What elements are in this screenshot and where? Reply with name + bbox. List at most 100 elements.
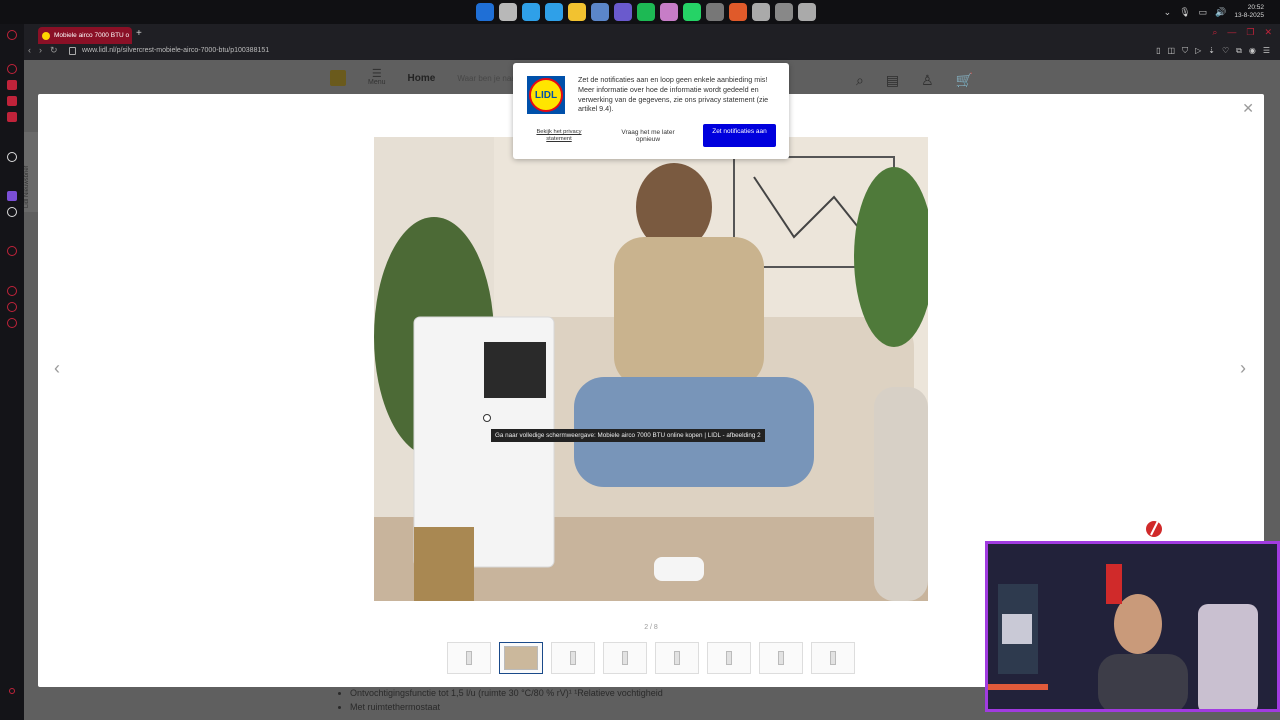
close-window-icon[interactable]: ✕: [1264, 27, 1272, 38]
taskbar-app-icon[interactable]: [729, 3, 747, 21]
thumbnail-image: [674, 651, 680, 665]
gallery-thumbnail[interactable]: [707, 642, 751, 674]
lock-icon[interactable]: [69, 47, 76, 55]
forward-icon[interactable]: ›: [39, 45, 42, 56]
bookmarks-icon[interactable]: [7, 96, 17, 106]
privacy-statement-link[interactable]: Bekijk het privacy statement: [531, 129, 587, 142]
clock[interactable]: 20:52 13-8-2025: [1234, 4, 1264, 20]
tab-label: Mobiele airco 7000 BTU o: [54, 32, 130, 39]
taskbar-apps: [476, 3, 816, 21]
newsletter-side-tab[interactable]: Lidl Nieuwsbrief: [24, 132, 38, 212]
aria-icon[interactable]: [7, 152, 17, 162]
list-item: Met ruimtethermostaat: [350, 700, 663, 714]
twitch-icon[interactable]: [7, 191, 17, 201]
player-icon[interactable]: [7, 302, 17, 312]
menu-button[interactable]: ☰ Menu: [368, 68, 386, 87]
gallery-thumbnail[interactable]: [759, 642, 803, 674]
zoom-cursor-icon: [483, 414, 491, 422]
thumbnail-image: [778, 651, 784, 665]
product-image[interactable]: [374, 137, 928, 601]
taskbar-app-icon[interactable]: [798, 3, 816, 21]
ask-later-button[interactable]: Vraag het me later opnieuw: [613, 129, 683, 143]
taskbar-app-icon[interactable]: [683, 3, 701, 21]
previous-arrow-icon[interactable]: ‹: [54, 358, 60, 379]
new-tab-icon[interactable]: +: [136, 28, 142, 39]
gallery-thumbnail[interactable]: [811, 642, 855, 674]
hamburger-icon: ☰: [371, 68, 382, 80]
chevron-up-icon[interactable]: ⌄: [1164, 7, 1172, 18]
downloads-icon[interactable]: [7, 286, 17, 296]
taskbar-app-icon[interactable]: [499, 3, 517, 21]
more-icon[interactable]: [9, 688, 15, 694]
account-icon[interactable]: ♙: [921, 72, 934, 89]
network-icon[interactable]: ▭: [1199, 7, 1208, 18]
lidl-logo-icon[interactable]: [330, 70, 346, 86]
notes-icon[interactable]: [7, 112, 17, 122]
taskbar-app-icon[interactable]: [522, 3, 540, 21]
settings-icon[interactable]: [7, 318, 17, 328]
gallery-thumbnail[interactable]: [603, 642, 647, 674]
webcam-overlay: [985, 541, 1280, 712]
next-arrow-icon[interactable]: ›: [1240, 358, 1246, 379]
taskbar-app-icon[interactable]: [476, 3, 494, 21]
maximize-icon[interactable]: ❐: [1246, 27, 1254, 38]
taskbar-app-icon[interactable]: [545, 3, 563, 21]
feature-list: Ontvochtigingsfunctie tot 1,5 l/u (ruimt…: [324, 686, 663, 714]
thumbnail-image: [622, 651, 628, 665]
wallet-icon[interactable]: [7, 80, 17, 90]
taskbar-app-icon[interactable]: [752, 3, 770, 21]
easy-setup-icon[interactable]: ☰: [1263, 46, 1270, 56]
taskbar-app-icon[interactable]: [568, 3, 586, 21]
player-icon[interactable]: ▷: [1195, 46, 1201, 56]
browser-tools: ▯ ◫ ⛉ ▷ ⇣ ♡ ⧉ ◉ ☰: [1156, 46, 1270, 56]
clock-time: 20:52: [1247, 4, 1264, 11]
heart-icon[interactable]: ♡: [1222, 46, 1229, 56]
taskbar-app-icon[interactable]: [660, 3, 678, 21]
taskbar-app-icon[interactable]: [591, 3, 609, 21]
thumbnail-image: [726, 651, 732, 665]
list-icon[interactable]: ▤: [886, 72, 899, 89]
enable-notifications-button[interactable]: Zet notificaties aan: [703, 124, 776, 147]
profile-icon[interactable]: ◉: [1249, 46, 1256, 56]
notification-prompt: LIDL Zet de notificaties aan en loop gee…: [513, 63, 789, 159]
microphone-icon[interactable]: 🎙: [1179, 7, 1190, 18]
taskbar-app-icon[interactable]: [775, 3, 793, 21]
clock-icon[interactable]: [7, 246, 17, 256]
extensions-icon[interactable]: ⧉: [1236, 46, 1242, 56]
minimize-icon[interactable]: —: [1227, 27, 1236, 38]
thumbnail-strip: [447, 642, 855, 674]
cart-icon[interactable]: 🛒: [956, 72, 973, 89]
thumbnail-image: [466, 651, 472, 665]
snapshot-icon[interactable]: ◫: [1168, 46, 1176, 56]
lidl-favicon-icon: [42, 31, 50, 40]
nav-home[interactable]: Home: [408, 73, 436, 84]
back-icon[interactable]: ‹: [28, 45, 31, 56]
opera-logo-icon[interactable]: [7, 30, 17, 40]
gallery-thumbnail[interactable]: [655, 642, 699, 674]
close-icon[interactable]: ✕: [1242, 100, 1254, 117]
window-controls: ⌕ — ❐ ✕: [1212, 27, 1272, 38]
history-icon[interactable]: [7, 64, 17, 74]
download-icon[interactable]: ⇣: [1208, 46, 1215, 56]
clock-date: 13-8-2025: [1234, 12, 1264, 19]
thumbnail-image: [830, 651, 836, 665]
lidl-logo: LIDL: [527, 76, 565, 114]
taskbar-app-icon[interactable]: [614, 3, 632, 21]
search-icon[interactable]: ⌕: [856, 72, 864, 89]
gallery-thumbnail[interactable]: [499, 642, 543, 674]
nav-buttons: ‹ › ↻: [28, 45, 58, 56]
volume-icon[interactable]: 🔊: [1215, 7, 1226, 18]
url-field[interactable]: www.lidl.nl/p/silvercrest-mobiele-airco-…: [82, 47, 269, 54]
search-tabs-icon[interactable]: ⌕: [1212, 27, 1217, 38]
reload-icon[interactable]: ↻: [50, 45, 58, 56]
gallery-thumbnail[interactable]: [447, 642, 491, 674]
tab-lidl[interactable]: Mobiele airco 7000 BTU o: [38, 27, 132, 44]
bookmark-icon[interactable]: ▯: [1156, 46, 1160, 56]
search-hint[interactable]: Waar ben je naar: [457, 74, 518, 83]
gallery-thumbnail[interactable]: [551, 642, 595, 674]
taskbar-app-icon[interactable]: [706, 3, 724, 21]
shield-icon[interactable]: ⛉: [1182, 46, 1188, 56]
tab-bar: Mobiele airco 7000 BTU o + ⌕ — ❐ ✕: [24, 24, 1280, 44]
x-icon[interactable]: [7, 207, 17, 217]
taskbar-app-icon[interactable]: [637, 3, 655, 21]
